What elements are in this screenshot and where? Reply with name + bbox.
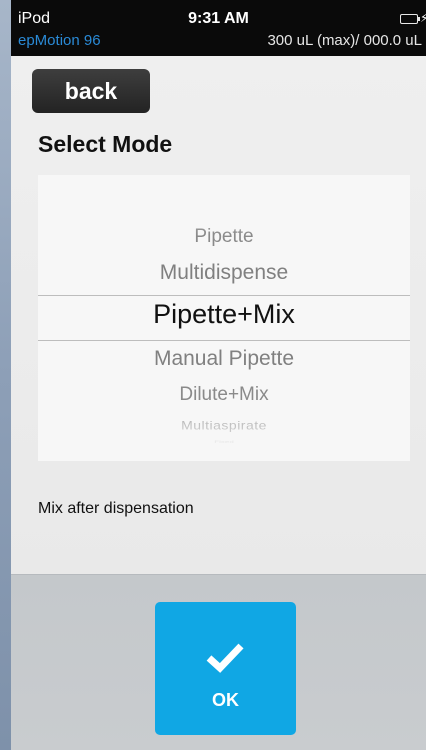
main-content: back Select Mode Pipette Multidispense P… — [11, 56, 426, 574]
background-strip — [0, 0, 11, 750]
picker-item-multiaspirate[interactable]: Multiaspirate — [38, 418, 410, 432]
mode-description: Mix after dispensation — [38, 500, 194, 517]
page-title: Select Mode — [38, 131, 173, 157]
selection-divider-top — [38, 295, 410, 296]
battery-charging-icon: ⚡ — [400, 11, 426, 25]
footer-bar: OK — [11, 574, 426, 750]
selection-divider-bottom — [38, 340, 410, 341]
picker-item-selected[interactable]: Pipette+Mix — [38, 299, 410, 330]
picker-item-fixed[interactable]: Fixed — [38, 439, 410, 444]
status-bar: iPod 9:31 AM ⚡ epMotion 96 300 uL (max)/… — [11, 0, 426, 56]
ok-button[interactable]: OK — [155, 602, 296, 735]
picker-item-manual-pipette[interactable]: Manual Pipette — [38, 347, 410, 371]
app-screen: iPod 9:31 AM ⚡ epMotion 96 300 uL (max)/… — [11, 0, 426, 750]
picker-item-dilute-mix[interactable]: Dilute+Mix — [38, 384, 410, 406]
picker-item-pipette[interactable]: Pipette — [38, 226, 410, 248]
ok-label: OK — [212, 690, 239, 710]
back-button[interactable]: back — [32, 69, 150, 113]
picker-item-multidispense[interactable]: Multidispense — [38, 261, 410, 285]
device-name: epMotion 96 — [18, 32, 101, 49]
mode-picker[interactable]: Pipette Multidispense Pipette+Mix Manual… — [38, 175, 410, 461]
clock: 9:31 AM — [188, 10, 249, 27]
checkmark-icon — [206, 643, 244, 673]
volume-readout: 300 uL (max)/ 000.0 uL — [267, 32, 422, 49]
